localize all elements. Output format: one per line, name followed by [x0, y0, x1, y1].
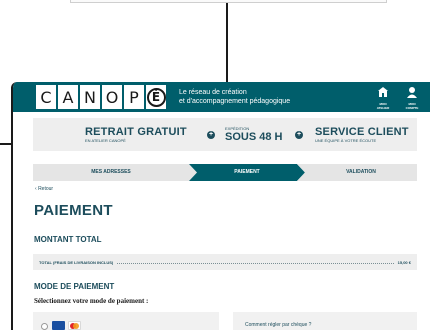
account-label-2: COMPTE — [405, 106, 419, 110]
browser-top-bar — [70, 0, 387, 3]
my-workshop-button[interactable]: MON ATELIER — [373, 86, 393, 110]
logo-letter: O — [101, 84, 123, 110]
step-payment: PAIEMENT — [234, 169, 260, 175]
header-actions: MON ATELIER MON COMPTE — [373, 86, 422, 110]
side-pointer-line — [0, 143, 11, 145]
logo-letter: A — [57, 84, 79, 110]
site-header: C A N O P É Le réseau de création et d'a… — [13, 82, 430, 112]
back-label: Retour — [38, 186, 54, 192]
cheque-help-link[interactable]: Comment régler par chèque ? — [245, 322, 311, 328]
canope-logo[interactable]: C A N O P É — [35, 84, 167, 110]
pickup-service: RETRAIT GRATUIT EN ATELIER CANOPÉ — [85, 126, 197, 143]
my-account-button[interactable]: MON COMPTE — [402, 86, 422, 110]
logo-letter-circled: É — [145, 84, 167, 110]
total-label: TOTAL (FRAIS DE LIVRAISON INCLUS) — [39, 259, 114, 265]
plus-icon: + — [207, 130, 215, 139]
total-row: TOTAL (FRAIS DE LIVRAISON INCLUS) 15,00 … — [33, 254, 417, 270]
pointer-line — [226, 3, 228, 83]
pickup-title: RETRAIT GRATUIT — [85, 126, 187, 138]
step-addresses[interactable]: MES ADRESSES — [33, 164, 189, 181]
workshop-label-2: ATELIER — [376, 106, 390, 110]
user-icon — [402, 86, 422, 102]
payment-section-title: MODE DE PAIEMENT — [34, 282, 115, 291]
header-tagline: Le réseau de création et d'accompagnemen… — [179, 88, 290, 106]
cheque-help-panel: Comment régler par chèque ? — [233, 312, 417, 330]
card-payment-radio[interactable] — [41, 323, 48, 330]
step-validation: VALIDATION — [346, 169, 376, 175]
store-icon — [373, 86, 393, 102]
card-payment-option[interactable] — [33, 312, 219, 330]
visa-icon — [52, 321, 65, 330]
back-link[interactable]: ‹ Retour — [35, 186, 53, 192]
plus-icon: + — [295, 130, 303, 139]
tagline-line1: Le réseau de création — [179, 89, 247, 96]
logo-letter: P — [123, 84, 145, 110]
logo-letter: N — [79, 84, 101, 110]
support-sub: UNE ÉQUIPE À VOTRE ÉCOUTE — [315, 138, 377, 143]
pickup-sub: EN ATELIER CANOPÉ — [85, 138, 126, 143]
page-frame: C A N O P É Le réseau de création et d'a… — [11, 82, 430, 330]
shipping-big: SOUS 48 H — [225, 131, 283, 143]
total-amount: 15,00 € — [397, 259, 411, 265]
payment-instruction: Sélectionnez votre mode de paiement : — [34, 297, 149, 305]
tagline-line2: et d'accompagnement pédagogique — [179, 98, 291, 105]
support-title: SERVICE CLIENT — [315, 126, 409, 138]
logo-letter: C — [35, 84, 57, 110]
checkout-steps: MES ADRESSES PAIEMENT VALIDATION — [33, 164, 417, 181]
support-service: SERVICE CLIENT UNE ÉQUIPE À VOTRE ÉCOUTE — [315, 126, 409, 143]
total-section-title: MONTANT TOTAL — [34, 235, 102, 244]
mastercard-icon — [68, 321, 81, 330]
services-banner: RETRAIT GRATUIT EN ATELIER CANOPÉ + EXPÉ… — [33, 118, 417, 151]
total-leader-dots — [117, 261, 394, 264]
page-title: PAIEMENT — [34, 202, 113, 219]
shipping-service: EXPÉDITION SOUS 48 H — [225, 126, 289, 143]
